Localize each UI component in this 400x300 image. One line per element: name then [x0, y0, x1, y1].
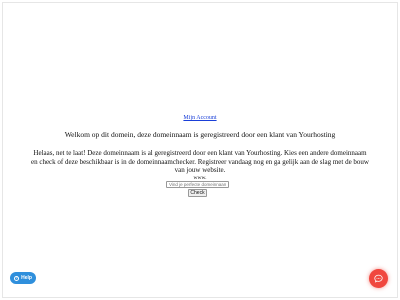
check-button[interactable]: Check: [188, 189, 207, 197]
help-label: Help: [21, 275, 32, 281]
help-button[interactable]: ? Help: [10, 272, 36, 284]
welcome-heading: Welkom op dit domein, deze domeinnaam is…: [64, 130, 336, 139]
chat-bubble-icon: [374, 274, 383, 283]
domain-search-input[interactable]: [166, 181, 229, 188]
unavailable-message: Helaas, net te laat! Deze domeinnaam is …: [30, 149, 369, 174]
chat-button[interactable]: [369, 269, 388, 288]
my-account-link[interactable]: Mijn Account: [0, 115, 400, 121]
question-circle-icon: ?: [14, 275, 20, 281]
